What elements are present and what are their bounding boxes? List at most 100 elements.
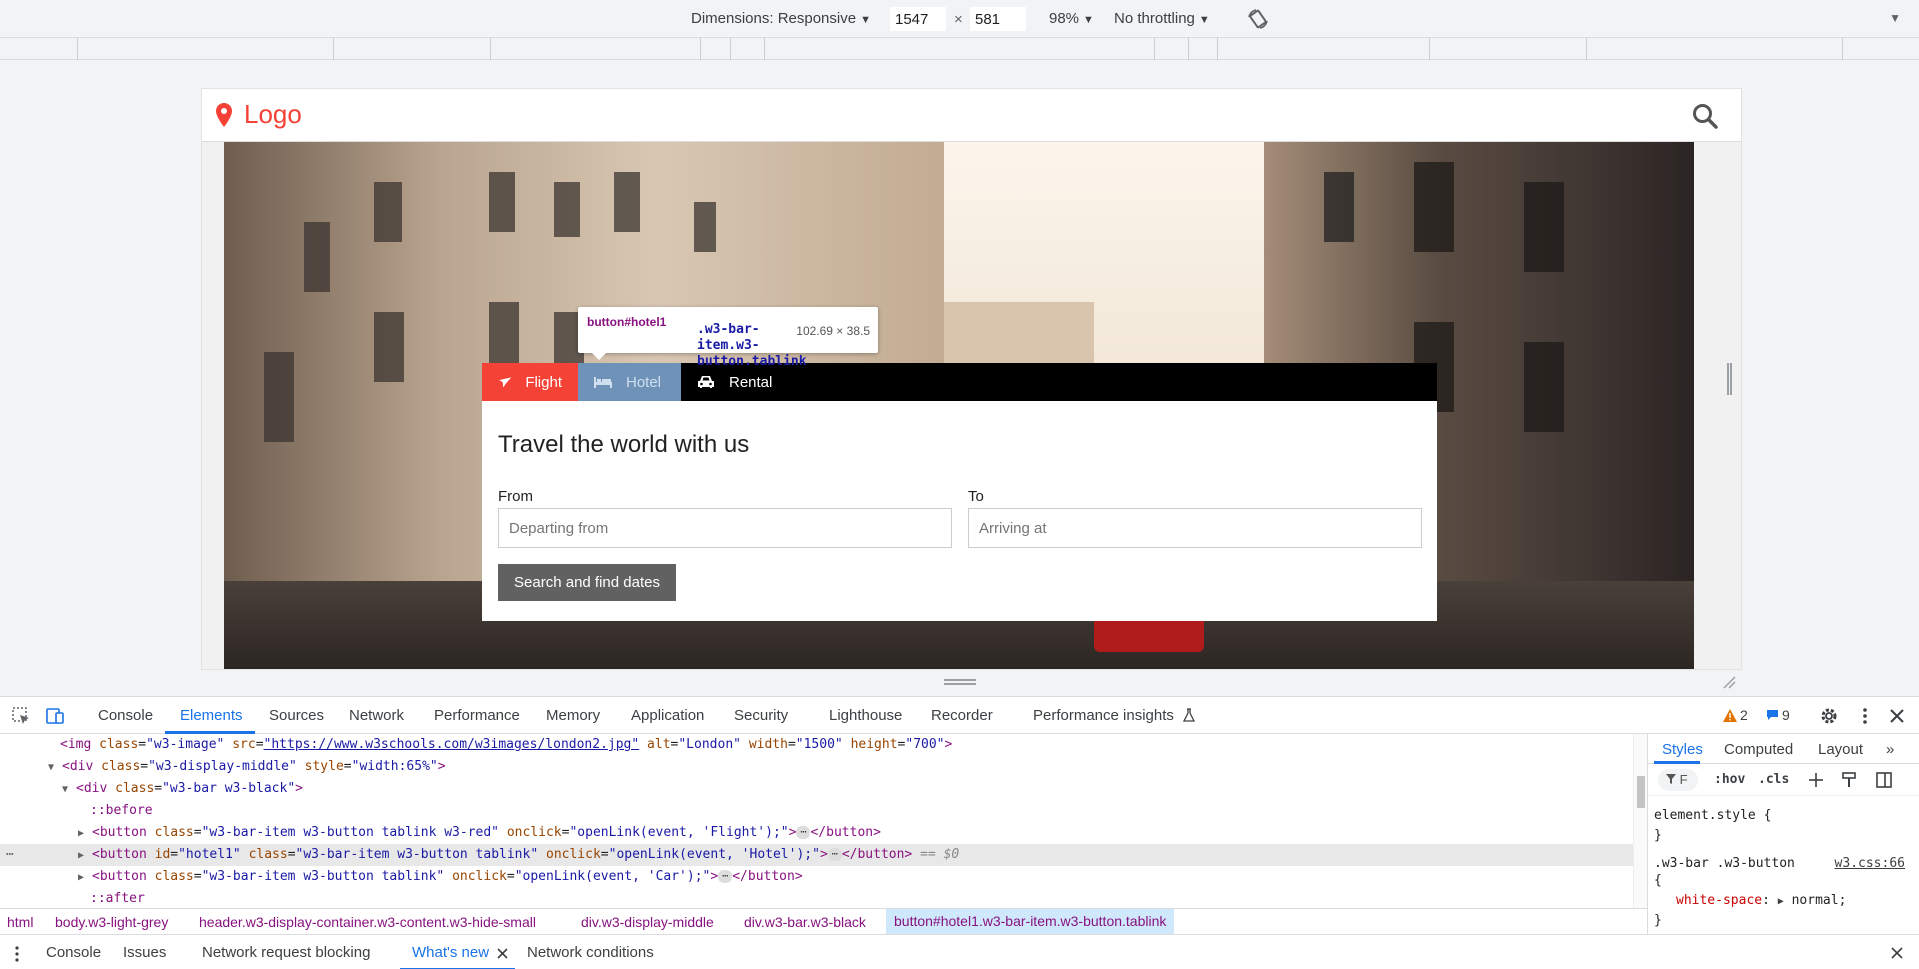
rule-source-link[interactable]: w3.css:66 xyxy=(1835,856,1905,871)
inspect-element-icon[interactable] xyxy=(10,705,32,727)
caret-down-icon: ▼ xyxy=(1198,14,1210,26)
throttling-label: No throttling xyxy=(1114,10,1195,27)
ellipsis-icon[interactable]: ⋯ xyxy=(718,870,733,883)
tab-flight[interactable]: Flight xyxy=(482,363,578,401)
from-input[interactable] xyxy=(498,508,952,548)
dom-node-after[interactable]: ::after xyxy=(0,888,1633,908)
tab-network[interactable]: Network xyxy=(349,707,404,724)
more-dots-icon[interactable]: ⋯ xyxy=(6,844,14,866)
tab-application[interactable]: Application xyxy=(631,707,704,724)
add-rule-icon[interactable] xyxy=(1808,772,1824,788)
dom-node-display-middle[interactable]: ▼ <div class="w3-display-middle" style="w… xyxy=(0,756,1633,778)
element-style-rule[interactable]: element.style { xyxy=(1654,808,1771,823)
more-options-caret-icon[interactable]: ▼ xyxy=(1889,11,1901,25)
elements-tree: <img class="w3-image" src="https://www.w… xyxy=(0,734,1633,908)
dom-node-img[interactable]: <img class="w3-image" src="https://www.w… xyxy=(0,734,1633,756)
to-input[interactable] xyxy=(968,508,1422,548)
tooltip-selector: button#hotel1 .w3-bar-item.w3-button.tabl… xyxy=(587,314,807,369)
booking-widget: Flight Hotel Rental Travel the world wit… xyxy=(482,363,1437,621)
dom-breadcrumbs: html body.w3-light-grey header.w3-displa… xyxy=(0,908,1647,934)
paint-roller-icon[interactable] xyxy=(1842,772,1858,788)
toggle-sidebar-icon[interactable] xyxy=(1876,772,1892,788)
tab-console[interactable]: Console xyxy=(98,707,153,724)
logo[interactable]: Logo xyxy=(216,99,302,130)
drawer-tab-network-request-blocking[interactable]: Network request blocking xyxy=(202,944,370,961)
more-tabs-icon[interactable]: » xyxy=(1886,741,1894,758)
viewport-resize-handle-right[interactable] xyxy=(1727,363,1732,395)
tab-label: Hotel xyxy=(626,373,662,391)
drawer-menu-icon[interactable] xyxy=(14,945,20,963)
rotate-icon[interactable] xyxy=(1246,7,1270,31)
dimensions-dropdown[interactable]: Dimensions: Responsive ▼ xyxy=(691,10,871,27)
dimensions-label: Dimensions: Responsive xyxy=(691,10,857,27)
dom-node-bar[interactable]: ▼ <div class="w3-bar w3-black"> xyxy=(0,778,1633,800)
settings-gear-icon[interactable] xyxy=(1818,705,1840,727)
breadcrumb-display-middle[interactable]: div.w3-display-middle xyxy=(581,914,714,930)
close-devtools-icon[interactable] xyxy=(1886,705,1908,727)
expand-arrow-icon[interactable]: ▼ xyxy=(62,779,76,801)
drawer-tab-console[interactable]: Console xyxy=(46,944,101,961)
drawer-tab-whats-new[interactable]: What's new xyxy=(412,944,489,961)
class-toggle[interactable]: .cls xyxy=(1758,772,1789,787)
expand-arrow-icon[interactable]: ▼ xyxy=(48,757,62,779)
viewport-resize-handle-bottom[interactable] xyxy=(944,679,976,685)
search-icon[interactable] xyxy=(1692,103,1718,129)
tab-sources[interactable]: Sources xyxy=(269,707,324,724)
tab-performance[interactable]: Performance xyxy=(434,707,520,724)
tab-label: Performance insights xyxy=(1033,707,1174,724)
breadcrumb-body[interactable]: body.w3-light-grey xyxy=(55,914,168,930)
search-dates-button[interactable]: Search and find dates xyxy=(498,564,676,601)
tab-styles[interactable]: Styles xyxy=(1662,741,1703,758)
tab-layout[interactable]: Layout xyxy=(1818,741,1863,758)
tab-hotel[interactable]: Hotel xyxy=(578,363,681,401)
breadcrumb-button-hotel[interactable]: button#hotel1.w3-bar-item.w3-button.tabl… xyxy=(886,909,1175,934)
tab-label: Rental xyxy=(729,373,773,391)
dom-node-button-car[interactable]: ▶ <button class="w3-bar-item w3-button ta… xyxy=(0,866,1633,888)
tab-security[interactable]: Security xyxy=(734,707,788,724)
tooltip-tag: button#hotel1 xyxy=(587,315,667,329)
media-query-ruler[interactable] xyxy=(0,38,1919,60)
close-drawer-icon[interactable] xyxy=(1891,947,1903,959)
breadcrumb-html[interactable]: html xyxy=(7,914,33,930)
device-toolbar-icon[interactable] xyxy=(44,705,66,727)
ellipsis-icon[interactable]: ⋯ xyxy=(827,848,842,861)
drawer-tab-network-conditions[interactable]: Network conditions xyxy=(527,944,654,961)
styles-filter-input[interactable]: F xyxy=(1658,769,1698,791)
zoom-dropdown[interactable]: 98% ▼ xyxy=(1049,10,1094,27)
viewport-width-input[interactable] xyxy=(890,7,946,31)
elements-scrollbar[interactable] xyxy=(1633,734,1647,908)
tab-performance-insights[interactable]: Performance insights xyxy=(1033,707,1196,724)
rule-selector[interactable]: .w3-bar .w3-button xyxy=(1654,856,1795,871)
expand-arrow-icon[interactable]: ▶ xyxy=(78,867,92,889)
devtools-drawer: Console Issues Network request blocking … xyxy=(0,934,1919,969)
drawer-tab-issues[interactable]: Issues xyxy=(123,944,166,961)
warning-icon xyxy=(1723,708,1737,722)
expand-arrow-icon[interactable]: ▶ xyxy=(78,823,92,845)
hover-state-toggle[interactable]: :hov xyxy=(1714,772,1745,787)
close-tab-icon[interactable] xyxy=(497,948,508,959)
messages-badge[interactable]: 9 xyxy=(1766,707,1790,723)
viewport-height-input[interactable] xyxy=(970,7,1026,31)
breadcrumb-header[interactable]: header.w3-display-container.w3-content.w… xyxy=(199,914,536,930)
dom-node-button-flight[interactable]: ▶ <button class="w3-bar-item w3-button ta… xyxy=(0,822,1633,844)
breadcrumb-bar[interactable]: div.w3-bar.w3-black xyxy=(744,914,866,930)
more-vertical-icon[interactable] xyxy=(1854,705,1876,727)
zoom-label: 98% xyxy=(1049,10,1080,27)
warnings-badge[interactable]: 2 xyxy=(1723,707,1748,723)
tooltip-classes: .w3-bar-item.w3-button.tablink xyxy=(697,322,807,369)
ellipsis-icon[interactable]: ⋯ xyxy=(796,826,811,839)
dom-node-button-hotel[interactable]: ⋯ ▶ <button id="hotel1" class="w3-bar-ite… xyxy=(0,844,1633,866)
dom-node-before[interactable]: ::before xyxy=(0,800,1633,822)
caret-down-icon: ▼ xyxy=(860,14,871,26)
tab-elements[interactable]: Elements xyxy=(180,707,243,724)
logo-text: Logo xyxy=(244,99,302,129)
throttling-dropdown[interactable]: No throttling ▼ xyxy=(1114,10,1210,27)
expand-arrow-icon[interactable]: ▶ xyxy=(78,845,92,867)
style-property[interactable]: white-space: ▶ normal; xyxy=(1676,893,1846,908)
from-label: From xyxy=(498,488,533,505)
tab-memory[interactable]: Memory xyxy=(546,707,600,724)
tab-recorder[interactable]: Recorder xyxy=(931,707,993,724)
resize-corner-icon[interactable] xyxy=(1722,675,1736,689)
tab-computed[interactable]: Computed xyxy=(1724,741,1793,758)
tab-lighthouse[interactable]: Lighthouse xyxy=(829,707,902,724)
